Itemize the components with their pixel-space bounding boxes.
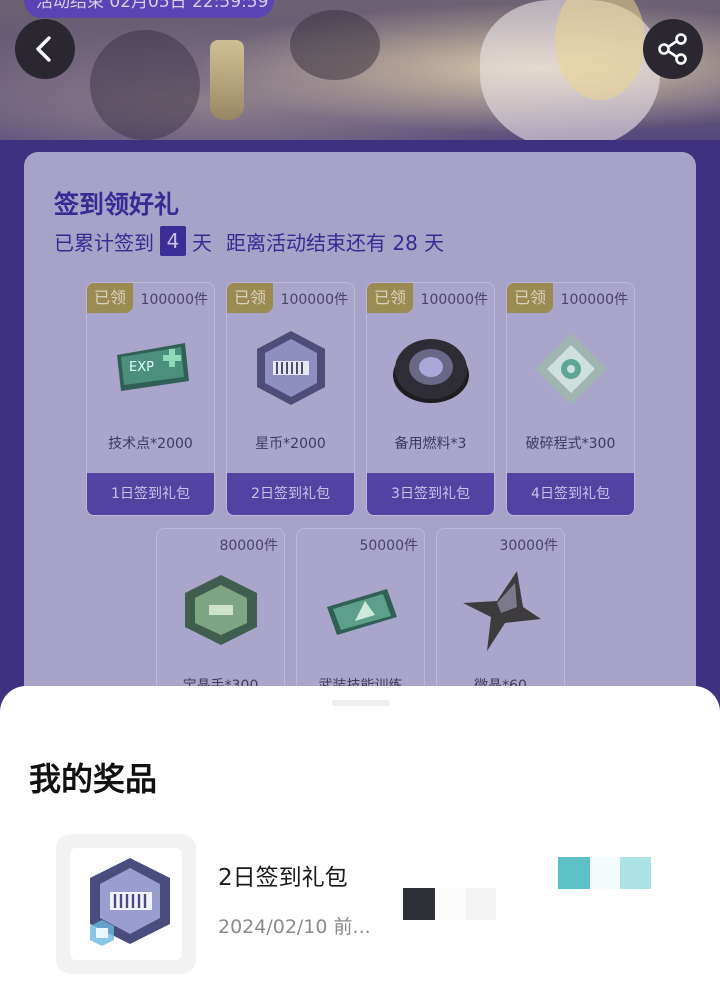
reward-name: 备用燃料*3 — [394, 436, 467, 452]
days-signed-count: 4 — [160, 226, 186, 256]
share-button[interactable] — [643, 19, 703, 79]
redacted-block — [590, 857, 620, 889]
star-coin-icon — [90, 858, 170, 946]
redacted-block — [466, 888, 496, 920]
reward-quantity: 80000件 — [219, 538, 278, 554]
star-coin-icon — [257, 331, 325, 405]
redacted-block — [436, 888, 466, 920]
reward-day-label: 2日签到礼包 — [227, 473, 354, 515]
claimed-badge: 已领 — [227, 283, 273, 313]
signin-progress: 已累计签到 4 天 距离活动结束还有 28 天 — [54, 226, 444, 256]
svg-text:EXP: EXP — [129, 360, 154, 375]
claimed-badge: 已领 — [507, 283, 553, 313]
reward-card-day6[interactable]: 50000件 武装技能训练 — [296, 528, 425, 698]
signin-title: 签到领好礼 — [54, 190, 180, 219]
banner-art — [210, 40, 244, 120]
crystal-block-icon — [185, 575, 257, 645]
reward-day-label: 1日签到礼包 — [87, 473, 214, 515]
reward-name: 技术点*2000 — [108, 436, 193, 452]
reward-quantity: 50000件 — [359, 538, 418, 554]
prize-thumbnail — [56, 834, 196, 974]
reward-name: 破碎程式*300 — [525, 436, 616, 452]
claimed-badge: 已领 — [367, 283, 413, 313]
back-button[interactable] — [15, 19, 75, 79]
prize-name: 2日签到礼包 — [218, 865, 348, 891]
reward-card-day7[interactable]: 30000件 微晶*60 — [436, 528, 565, 698]
accum-label: 已累计签到 — [54, 230, 154, 255]
reward-quantity: 100000件 — [560, 292, 628, 308]
sheet-drag-handle[interactable] — [332, 700, 390, 706]
reward-quantity: 100000件 — [140, 292, 208, 308]
days-unit: 天 — [192, 230, 212, 255]
sheet-title: 我的奖品 — [29, 760, 158, 798]
fuel-core-icon — [393, 339, 469, 403]
reward-card-day4[interactable]: 已领 100000件 破碎程式*300 4日签到礼包 — [506, 282, 635, 516]
redacted-block — [620, 857, 651, 889]
training-ticket-icon — [327, 589, 397, 635]
reward-day-label: 4日签到礼包 — [507, 473, 634, 515]
micro-crystal-icon — [463, 571, 541, 651]
banner-art — [90, 30, 200, 140]
my-prizes-sheet: 我的奖品 2日签到礼包 2024/02/10 前... — [0, 686, 720, 999]
banner-art — [290, 10, 380, 80]
redacted-block — [403, 888, 435, 920]
chevron-left-icon — [36, 36, 51, 62]
share-icon — [658, 33, 687, 65]
reward-card-day1[interactable]: 已领 100000件 EXP 技术点*2000 1日签到礼包 — [86, 282, 215, 516]
remaining-days-text: 距离活动结束还有 28 天 — [226, 230, 445, 255]
claimed-badge: 已领 — [87, 283, 133, 313]
reward-quantity: 100000件 — [280, 292, 348, 308]
prize-expiry-date: 2024/02/10 前... — [218, 916, 371, 938]
activity-end-countdown: 活动结束 02月05日 22:59:59 — [24, 0, 274, 18]
reward-quantity: 100000件 — [420, 292, 488, 308]
reward-name: 星币*2000 — [255, 436, 326, 452]
redacted-block — [558, 857, 590, 889]
exp-ticket-icon: EXP — [117, 343, 189, 391]
reward-card-day2[interactable]: 已领 100000件 星币*2000 2日签到礼包 — [226, 282, 355, 516]
reward-card-day3[interactable]: 已领 100000件 备用燃料*3 3日签到礼包 — [366, 282, 495, 516]
reward-card-day5[interactable]: 80000件 宝晶手*300 — [156, 528, 285, 698]
reward-day-label: 3日签到礼包 — [367, 473, 494, 515]
broken-program-icon — [535, 333, 607, 405]
reward-quantity: 30000件 — [499, 538, 558, 554]
